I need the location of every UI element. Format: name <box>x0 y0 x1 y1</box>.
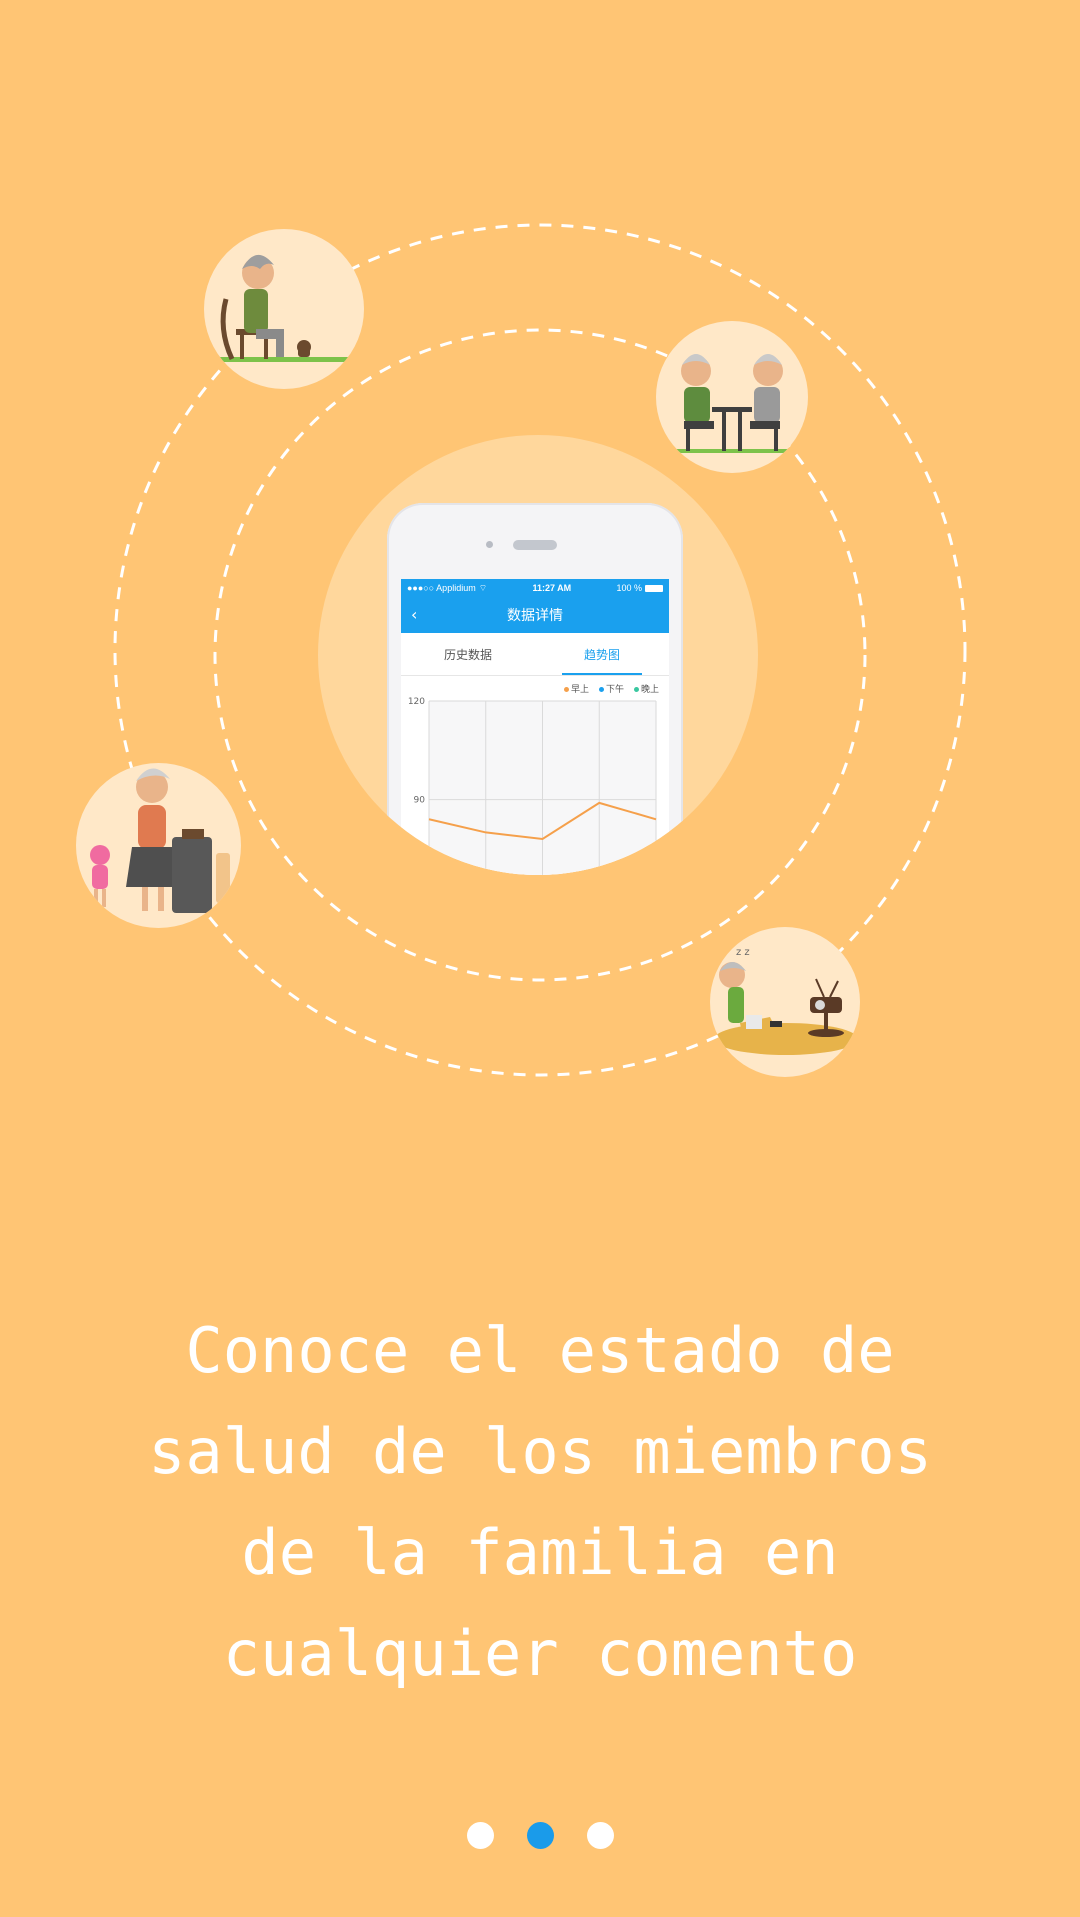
tab-history-label: 历史数据 <box>443 647 492 662</box>
battery-label: 100 % <box>616 583 642 593</box>
elderly-sitting-icon <box>214 254 354 362</box>
hero-circle: ●●●○○ Applidium ⌔ 11:27 AM 100 % ‹ 数据详情 … <box>318 435 758 875</box>
onboarding-caption: Conoce el estado de salud de los miembro… <box>100 1300 980 1704</box>
avatar-elderly-table <box>656 321 808 473</box>
page-dot-2[interactable] <box>526 1822 554 1849</box>
status-time: 11:27 AM <box>532 583 572 593</box>
nav-title: 数据详情 <box>507 608 563 624</box>
elderly-radio-icon: z z <box>714 947 858 1055</box>
phone-mockup: ●●●○○ Applidium ⌔ 11:27 AM 100 % ‹ 数据详情 … <box>387 503 683 875</box>
caption-line-2: salud de los miembros <box>148 1415 932 1488</box>
y-tick-label: 90 <box>414 796 426 806</box>
caption-line-3: de la familia en <box>241 1516 839 1589</box>
avatar-elderly-sitting <box>204 229 364 389</box>
page-dot-3[interactable] <box>586 1822 614 1849</box>
carrier-label: ●●●○○ Applidium <box>407 583 476 593</box>
avatar-grandmother-child <box>76 763 241 928</box>
tab-trend-label: 趋势图 <box>583 647 620 662</box>
tab-history[interactable]: 历史数据 <box>401 633 535 675</box>
nav-bar: ‹ 数据详情 <box>401 597 669 633</box>
page-dot-1[interactable] <box>466 1822 494 1849</box>
phone-camera <box>486 541 493 548</box>
caption-line-1: Conoce el estado de <box>185 1314 895 1387</box>
phone-screen: ●●●○○ Applidium ⌔ 11:27 AM 100 % ‹ 数据详情 … <box>401 579 669 875</box>
onboarding-page: z z ●●●○○ Applidium ⌔ 11:27 AM 100 % ‹ 数… <box>0 0 1080 1917</box>
svg-text:z z: z z <box>736 947 750 958</box>
tab-bar: 历史数据 趋势图 <box>401 633 669 676</box>
tab-trend[interactable]: 趋势图 <box>535 633 669 675</box>
page-indicator <box>0 1822 1080 1849</box>
avatar-elderly-radio: z z <box>710 927 860 1077</box>
wifi-icon: ⌔ <box>478 582 488 593</box>
trend-chart: 1209060正常 <box>408 697 657 875</box>
chevron-left-icon[interactable]: ‹ <box>411 605 417 625</box>
y-tick-label: 120 <box>408 697 425 707</box>
grandmother-child-icon <box>90 768 230 913</box>
caption-line-4: cualquier comento <box>222 1617 858 1690</box>
battery-icon <box>645 584 663 592</box>
status-bar: ●●●○○ Applidium ⌔ 11:27 AM 100 % <box>401 579 669 597</box>
phone-speaker <box>513 540 557 550</box>
elderly-table-icon <box>666 354 798 453</box>
